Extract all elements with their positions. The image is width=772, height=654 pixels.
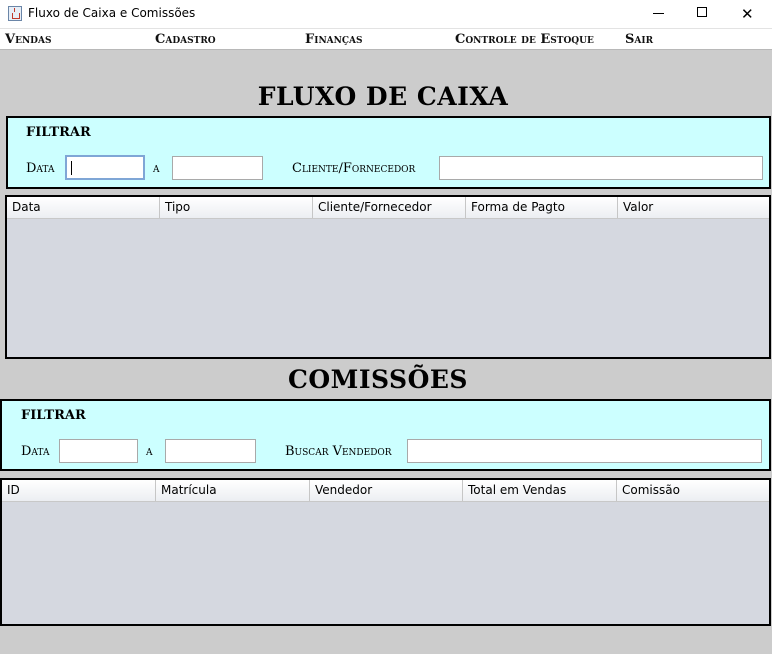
java-cup-icon (8, 6, 22, 21)
text-caret (71, 161, 72, 175)
close-button[interactable]: ✕ (725, 0, 771, 28)
fluxo-col-data[interactable]: Data (7, 197, 160, 218)
comissoes-col-id[interactable]: ID (2, 480, 156, 501)
window-title: Fluxo de Caixa e Comissões (28, 6, 196, 20)
comissoes-col-vendedor[interactable]: Vendedor (310, 480, 463, 501)
fluxo-to-label: a (153, 161, 160, 176)
fluxo-col-forma-pagto[interactable]: Forma de Pagto (466, 197, 618, 218)
close-icon: ✕ (741, 5, 754, 23)
maximize-button[interactable] (680, 0, 726, 28)
comissoes-filter-title: FILTRAR (21, 408, 86, 423)
fluxo-party-label: Cliente/Fornecedor (292, 161, 416, 176)
comissoes-date-to-input[interactable] (165, 439, 256, 463)
fluxo-party-input[interactable] (439, 156, 763, 180)
comissoes-table-header: ID Matrícula Vendedor Total em Vendas Co… (2, 480, 769, 502)
maximize-icon (697, 7, 707, 17)
title-bar[interactable]: Fluxo de Caixa e Comissões ✕ (0, 0, 772, 28)
menu-cadastro[interactable]: Cadastro (155, 32, 216, 47)
minimize-icon (653, 13, 664, 14)
menu-sair[interactable]: Sair (625, 32, 653, 47)
fluxo-col-cliente[interactable]: Cliente/Fornecedor (313, 197, 466, 218)
fluxo-filter-title: FILTRAR (26, 125, 91, 140)
fluxo-col-tipo[interactable]: Tipo (160, 197, 313, 218)
fluxo-table[interactable]: Data Tipo Cliente/Fornecedor Forma de Pa… (5, 195, 771, 359)
comissoes-seller-input[interactable] (407, 439, 762, 463)
comissoes-col-comissao[interactable]: Comissão (617, 480, 769, 501)
minimize-button[interactable] (635, 0, 681, 28)
fluxo-table-header: Data Tipo Cliente/Fornecedor Forma de Pa… (7, 197, 769, 219)
fluxo-filter-panel: FILTRAR Data a Cliente/Fornecedor (6, 116, 771, 189)
comissoes-to-label: a (146, 444, 153, 459)
fluxo-col-valor[interactable]: Valor (618, 197, 769, 218)
comissoes-col-matricula[interactable]: Matrícula (156, 480, 310, 501)
comissoes-heading: COMISSÕES (288, 365, 468, 394)
comissoes-date-from-input[interactable] (59, 439, 138, 463)
comissoes-table[interactable]: ID Matrícula Vendedor Total em Vendas Co… (0, 478, 771, 626)
comissoes-date-label: Data (21, 444, 50, 459)
comissoes-filter-panel: FILTRAR Data a Buscar Vendedor (0, 399, 771, 471)
menu-vendas[interactable]: Vendas (5, 32, 51, 47)
fluxo-date-to-input[interactable] (172, 156, 263, 180)
fluxo-date-from-input[interactable] (65, 155, 145, 180)
fluxo-date-label: Data (26, 161, 55, 176)
menu-bar: Vendas Cadastro Finanças Controle de Est… (0, 28, 772, 50)
menu-financas[interactable]: Finanças (305, 32, 363, 47)
comissoes-seller-label: Buscar Vendedor (285, 444, 392, 459)
fluxo-heading: FLUXO DE CAIXA (257, 82, 509, 111)
menu-controle-estoque[interactable]: Controle de Estoque (455, 32, 594, 47)
comissoes-col-total-vendas[interactable]: Total em Vendas (463, 480, 617, 501)
